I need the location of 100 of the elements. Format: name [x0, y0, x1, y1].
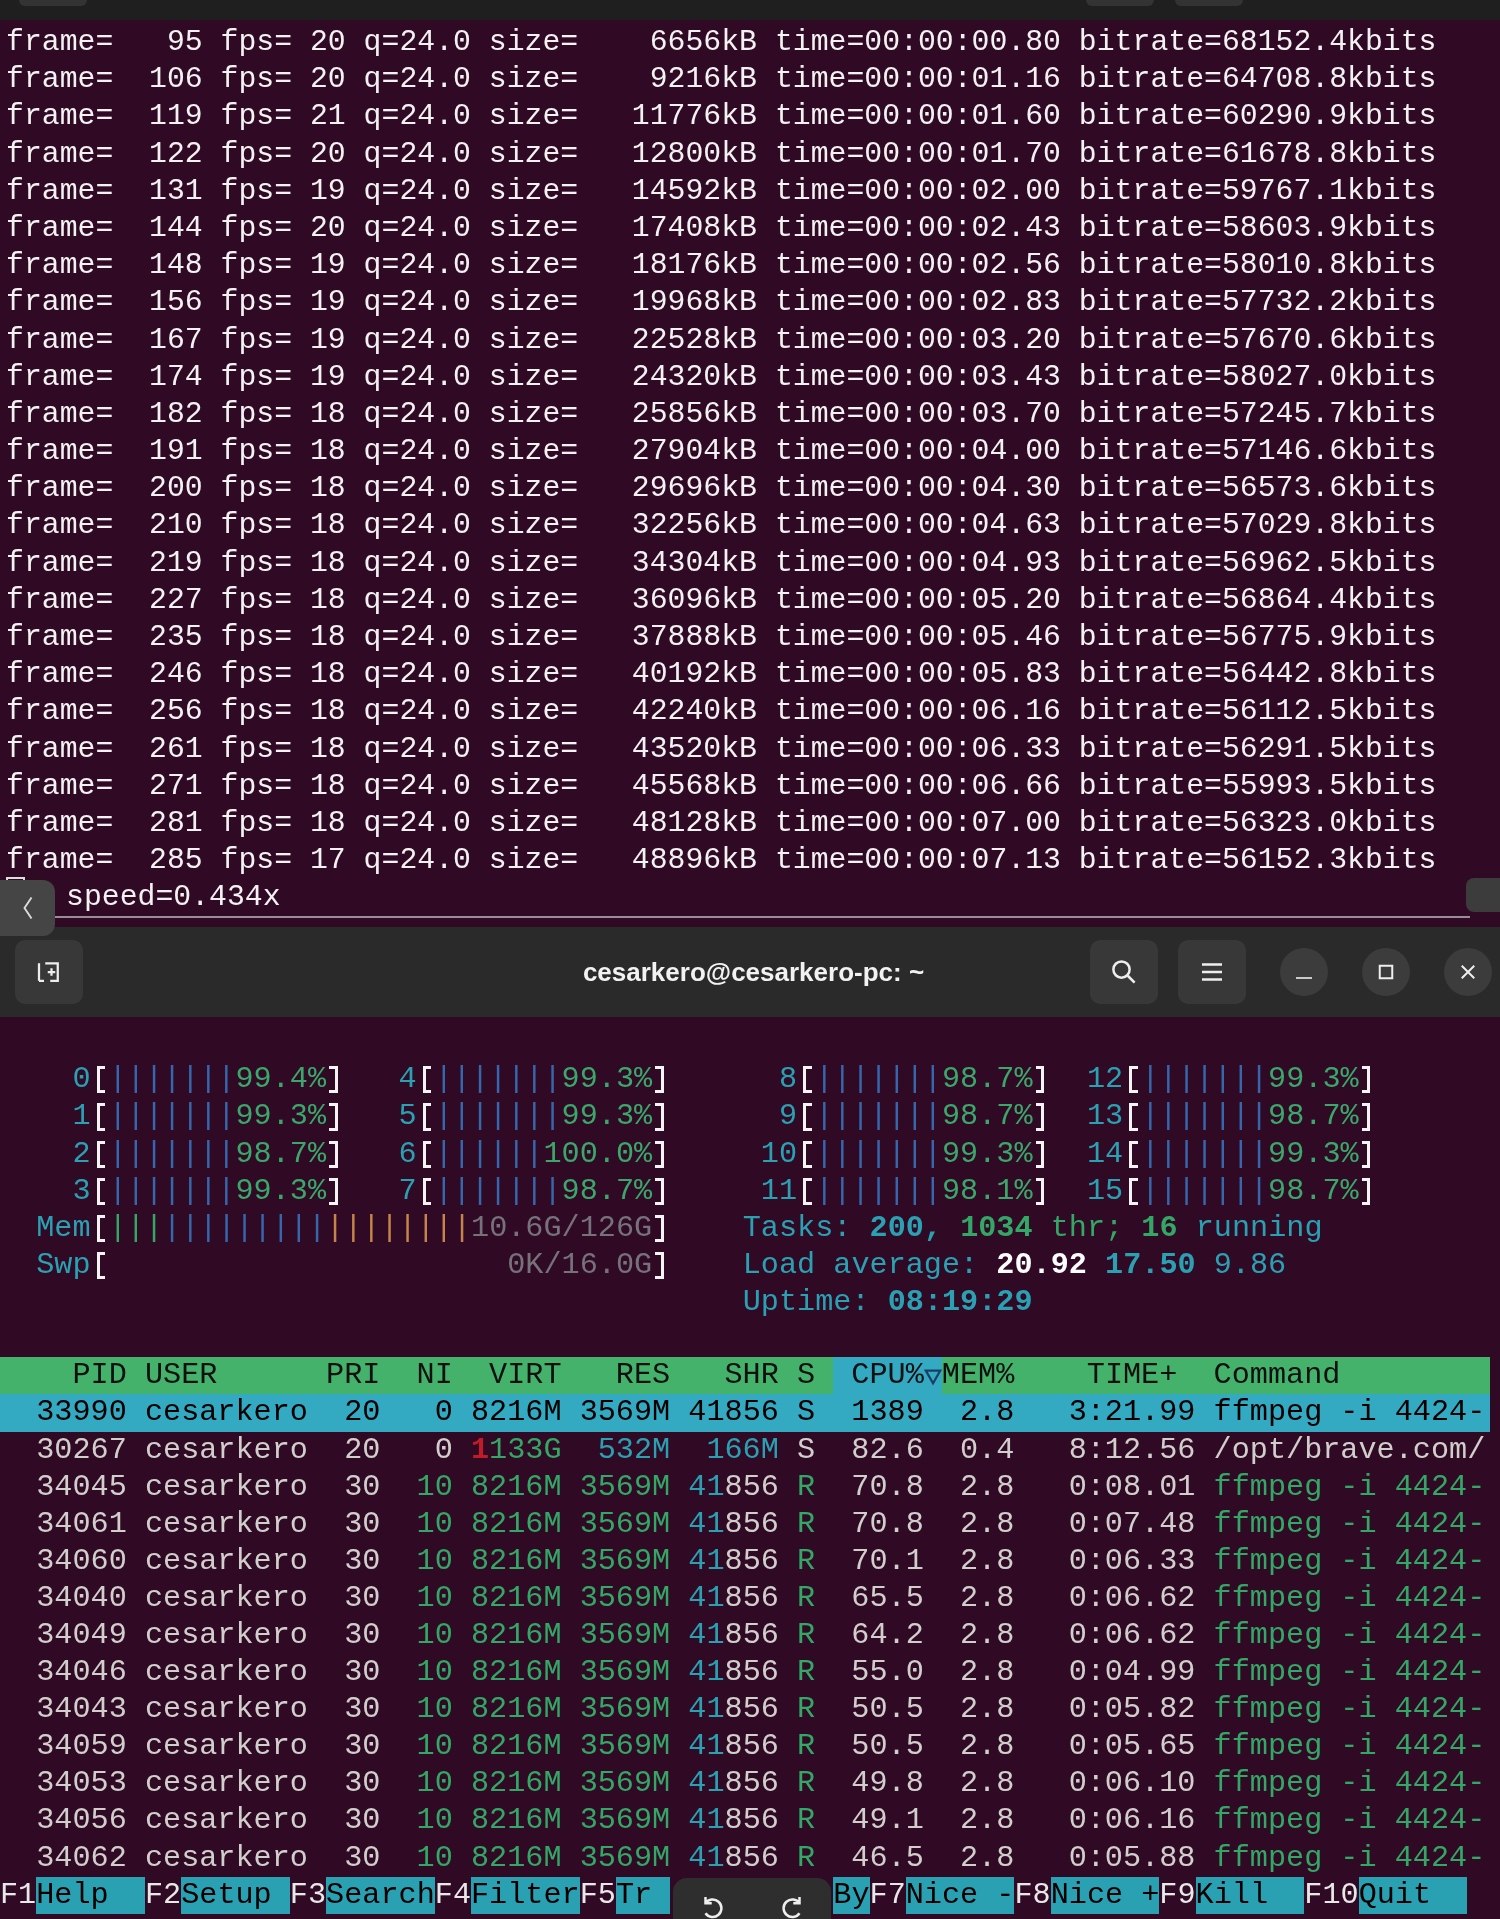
table-cell-text: 10	[415, 1765, 453, 1803]
terminal-line: frame= 167 fps= 19 q=24.0 size= 22528kB time=00:00:03.20 bitrate=57670.6kbits	[6, 321, 1438, 359]
function-key-button[interactable]: Nice -	[905, 1876, 1015, 1914]
function-key-button[interactable]: Nice +	[1050, 1876, 1160, 1914]
close-button[interactable]	[1444, 948, 1492, 997]
cpu-label: 4	[397, 1061, 417, 1099]
cpu-label: 3	[71, 1172, 91, 1210]
function-key-button[interactable]: Setup	[181, 1876, 290, 1914]
meter-bracket	[329, 1066, 338, 1094]
table-cell: 3569M	[579, 1765, 671, 1803]
table-cell: ffmpeg -i 4424-	[1213, 1654, 1486, 1692]
column-header[interactable]: RES	[579, 1357, 671, 1395]
cpu-label: 9	[777, 1098, 798, 1136]
table-cell-text: 10	[415, 1802, 453, 1840]
table-cell-text: 20	[343, 1394, 381, 1432]
menu-button[interactable]	[1178, 940, 1246, 1005]
process-row[interactable]: 34053 cesarkero 30 10 8216M 3569M 41856 R 49.8 2.8 0:06.10 ffmpeg -i 4424-	[0, 1765, 1490, 1803]
table-cell-text: 30	[343, 1616, 381, 1654]
process-row[interactable]: 34060 cesarkero 30 10 8216M 3569M 41856 R 70.1 2.8 0:06.33 ffmpeg -i 4424-	[0, 1542, 1490, 1580]
column-header[interactable]: PRI	[326, 1357, 381, 1395]
column-header[interactable]: TIME+	[1032, 1357, 1196, 1395]
terminal-line: speed=0.434x	[66, 879, 281, 917]
column-header[interactable]: VIRT	[470, 1357, 562, 1395]
table-cell: ffmpeg -i 4424-	[1213, 1579, 1486, 1617]
column-header[interactable]: PID	[0, 1357, 127, 1395]
terminal-line: frame= 106 fps= 20 q=24.0 size= 9216kB time=00:00:01.16 bitrate=64708.8kbits	[6, 61, 1438, 99]
table-cell: cesarkero	[144, 1579, 308, 1617]
table-cell-text: 30	[343, 1654, 381, 1692]
table-cell: 8216M	[470, 1394, 562, 1432]
meter-bracket	[803, 1066, 812, 1094]
table-cell: 41856	[688, 1394, 779, 1432]
table-cell-text: 82.6	[850, 1431, 924, 1469]
column-header[interactable]: Command	[1213, 1357, 1486, 1395]
function-key-button[interactable]: Help	[36, 1876, 145, 1914]
cpu-label: 1	[71, 1098, 91, 1136]
table-cell-text: 50.5	[850, 1691, 924, 1729]
table-cell: 8216M	[470, 1505, 562, 1543]
process-row[interactable]: 34049 cesarkero 30 10 8216M 3569M 41856 R 64.2 2.8 0:06.62 ffmpeg -i 4424-	[0, 1616, 1490, 1655]
column-header[interactable]: S	[796, 1357, 816, 1395]
meter-reading: 98.1%	[942, 1172, 1033, 1210]
meter-bracket	[655, 1251, 664, 1279]
process-row[interactable]: 34061 cesarkero 30 10 8216M 3569M 41856 R 70.8 2.8 0:07.48 ffmpeg -i 4424-	[0, 1505, 1490, 1543]
process-row[interactable]: 34045 cesarkero 30 10 8216M 3569M 41856 R 70.8 2.8 0:08.01 ffmpeg -i 4424-	[0, 1468, 1490, 1506]
function-key-button[interactable]: By	[833, 1876, 870, 1914]
table-cell: 1133G	[470, 1431, 562, 1469]
meter-bracket	[1035, 1066, 1045, 1094]
key-number: F8	[1014, 1876, 1051, 1914]
column-header[interactable]: SHR	[688, 1357, 779, 1395]
table-cell-text: 41856	[688, 1616, 779, 1654]
table-cell-text: 0:04.99	[1067, 1654, 1196, 1692]
table-cell-text: 166M	[705, 1431, 779, 1469]
column-header[interactable]: CPU%	[833, 1357, 942, 1395]
table-cell: 3569M	[579, 1468, 671, 1506]
table-cell-text: 0:07.48	[1067, 1505, 1196, 1543]
process-row[interactable]: 34056 cesarkero 30 10 8216M 3569M 41856 R 49.1 2.8 0:06.16 ffmpeg -i 4424-	[0, 1802, 1490, 1840]
table-cell-text: 0:05.88	[1067, 1839, 1196, 1877]
meter-bracket	[803, 1103, 812, 1131]
key-number: F9	[1159, 1876, 1196, 1914]
column-header[interactable]: USER	[144, 1357, 308, 1395]
table-cell: R	[796, 1802, 816, 1840]
key-number: F10	[1304, 1876, 1359, 1914]
table-cell: cesarkero	[144, 1654, 308, 1692]
process-row[interactable]: 30267 cesarkero 20 0 1133G 532M 166M S 82.6 0.4 8:12.56 /opt/brave.com/	[0, 1431, 1490, 1469]
table-cell-text: 70.1	[850, 1542, 924, 1580]
meter-bars: |||||||	[815, 1135, 942, 1173]
column-header[interactable]: MEM%	[941, 1357, 1015, 1395]
terminal-line: frame= 122 fps= 20 q=24.0 size= 12800kB time=00:00:01.70 bitrate=61678.8kbits	[6, 135, 1438, 173]
process-row[interactable]: 34059 cesarkero 30 10 8216M 3569M 41856 R 50.5 2.8 0:05.65 ffmpeg -i 4424-	[0, 1728, 1490, 1766]
maximize-button[interactable]	[1362, 948, 1410, 997]
function-key-button[interactable]: Filter	[471, 1876, 580, 1914]
process-row[interactable]: 34040 cesarkero 30 10 8216M 3569M 41856 R 65.5 2.8 0:06.62 ffmpeg -i 4424-	[0, 1579, 1490, 1617]
table-cell: R	[796, 1691, 816, 1729]
function-key-button[interactable]: Quit	[1358, 1876, 1468, 1914]
table-cell-text: 33990	[35, 1394, 127, 1432]
table-cell-text: 10	[415, 1542, 453, 1580]
meter-bracket	[655, 1214, 664, 1242]
meter-bars: |||||||	[815, 1172, 942, 1210]
meter-reading: 98.7%	[1268, 1098, 1359, 1136]
search-button[interactable]	[1090, 940, 1158, 1005]
process-row[interactable]: 34046 cesarkero 30 10 8216M 3569M 41856 R 55.0 2.8 0:04.99 ffmpeg -i 4424-	[0, 1654, 1490, 1692]
table-cell-text: 0.4	[958, 1431, 1015, 1469]
meter-bracket	[96, 1103, 106, 1131]
function-key-button[interactable]: Tr	[615, 1876, 671, 1914]
new-tab-button[interactable]	[15, 940, 83, 1005]
table-cell-text: cesarkero	[144, 1616, 308, 1654]
uptime: Uptime: 08:19:29	[742, 1283, 1034, 1321]
meter-bars: |||||||	[815, 1098, 942, 1136]
meter-bars: |||||||	[1141, 1098, 1269, 1136]
column-header[interactable]: NI	[398, 1357, 453, 1395]
function-key-button[interactable]: Search	[326, 1876, 435, 1914]
process-row[interactable]: 33990 cesarkero 20 0 8216M 3569M 41856 S 1389 2.8 3:21.99 ffmpeg -i 4424-	[0, 1394, 1490, 1432]
meter-bracket	[1361, 1103, 1371, 1131]
process-row[interactable]: 34062 cesarkero 30 10 8216M 3569M 41856 R 46.5 2.8 0:05.88 ffmpeg -i 4424-	[0, 1839, 1490, 1877]
process-row[interactable]: 34043 cesarkero 30 10 8216M 3569M 41856 R 50.5 2.8 0:05.82 ffmpeg -i 4424-	[0, 1691, 1490, 1729]
table-cell-text: 30	[343, 1728, 381, 1766]
meter-bracket	[1129, 1177, 1138, 1205]
cpu-label: 14	[1085, 1135, 1124, 1173]
meter-reading: 99.3%	[1268, 1061, 1359, 1099]
table-cell-text: 0:06.62	[1067, 1579, 1196, 1617]
function-key-button[interactable]: Kill	[1195, 1876, 1305, 1914]
